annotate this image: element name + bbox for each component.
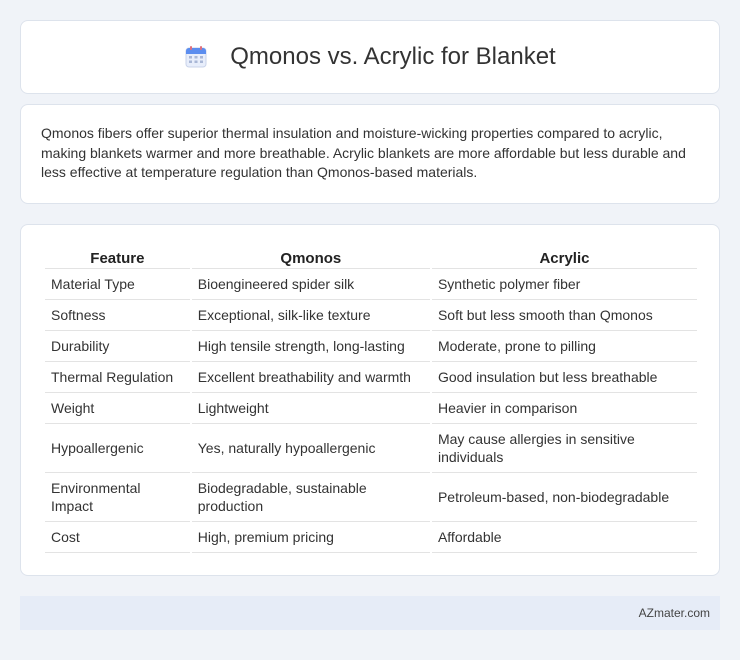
table-row: Material Type Bioengineered spider silk … [45,269,697,300]
qmonos-cell: Yes, naturally hypoallergenic [191,424,430,473]
table-header-row: Feature Qmonos Acrylic [45,245,697,269]
acrylic-cell: Affordable [431,522,697,553]
acrylic-cell: Heavier in comparison [431,393,697,424]
page-title: Qmonos vs. Acrylic for Blanket [230,43,556,70]
calendar-icon [185,46,207,68]
summary-card: Qmonos fibers offer superior thermal ins… [20,104,720,204]
acrylic-cell: Moderate, prone to pilling [431,331,697,362]
feature-cell: Environmental Impact [45,473,190,522]
acrylic-cell: Petroleum-based, non-biodegradable [431,473,697,522]
table-row: Durability High tensile strength, long-l… [45,331,697,362]
qmonos-cell: Excellent breathability and warmth [191,362,430,393]
header-feature: Feature [45,245,190,269]
summary-text: Qmonos fibers offer superior thermal ins… [41,125,686,180]
qmonos-cell: Lightweight [191,393,430,424]
table-row: Cost High, premium pricing Affordable [45,522,697,553]
acrylic-cell: Synthetic polymer fiber [431,269,697,300]
feature-cell: Material Type [45,269,190,300]
feature-cell: Thermal Regulation [45,362,190,393]
qmonos-cell: High tensile strength, long-lasting [191,331,430,362]
header-acrylic: Acrylic [431,245,697,269]
table-row: Environmental Impact Biodegradable, sust… [45,473,697,522]
table-row: Weight Lightweight Heavier in comparison [45,393,697,424]
table-row: Hypoallergenic Yes, naturally hypoallerg… [45,424,697,473]
feature-cell: Weight [45,393,190,424]
acrylic-cell: Good insulation but less breathable [431,362,697,393]
qmonos-cell: High, premium pricing [191,522,430,553]
acrylic-cell: Soft but less smooth than Qmonos [431,300,697,331]
table-row: Thermal Regulation Excellent breathabili… [45,362,697,393]
footer-brand: AZmater.com [638,606,710,620]
feature-cell: Hypoallergenic [45,424,190,473]
qmonos-cell: Exceptional, silk-like texture [191,300,430,331]
acrylic-cell: May cause allergies in sensitive individ… [431,424,697,473]
header-qmonos: Qmonos [191,245,430,269]
feature-cell: Cost [45,522,190,553]
qmonos-cell: Bioengineered spider silk [191,269,430,300]
qmonos-cell: Biodegradable, sustainable production [191,473,430,522]
title-card: Qmonos vs. Acrylic for Blanket [20,20,720,94]
footer-bar: AZmater.com [20,596,720,630]
feature-cell: Durability [45,331,190,362]
table-row: Softness Exceptional, silk-like texture … [45,300,697,331]
comparison-table: Feature Qmonos Acrylic Material Type Bio… [43,245,699,553]
feature-cell: Softness [45,300,190,331]
title-wrap: Qmonos vs. Acrylic for Blanket [184,43,556,71]
comparison-table-card: Feature Qmonos Acrylic Material Type Bio… [20,224,720,576]
